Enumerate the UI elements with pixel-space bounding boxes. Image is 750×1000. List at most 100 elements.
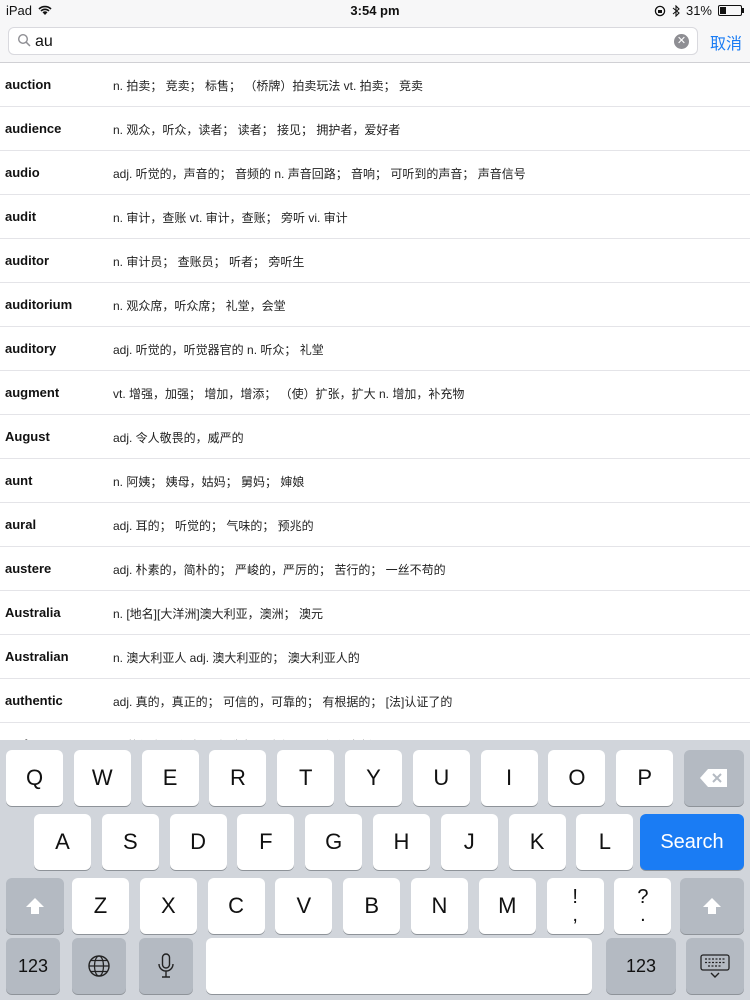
list-item[interactable]: aunt n. 阿姨； 姨母，姑妈； 舅妈； 婶娘 [0,459,750,503]
status-time: 3:54 pm [350,3,400,18]
search-field[interactable]: ✕ [8,27,698,55]
entry-definition: adj. 听觉的，听觉器官的 n. 听众； 礼堂 [113,343,324,357]
entry-definition: adj. 听觉的，声音的； 音频的 n. 声音回路； 音响； 可听到的声音； 声… [113,167,526,181]
list-item[interactable]: auditorium n. 观众席，听众席； 礼堂，会堂 [0,283,750,327]
entry-definition: n. 阿姨； 姨母，姑妈； 舅妈； 婶娘 [113,475,305,489]
list-item[interactable]: authentic adj. 真的，真正的； 可信的，可靠的； 有根据的； [法]… [0,679,750,723]
bluetooth-icon [672,4,680,17]
globe-icon [88,955,110,977]
key-z[interactable]: Z [72,878,129,934]
key-b[interactable]: B [343,878,401,934]
search-input[interactable] [35,31,635,53]
results-list: auction n. 拍卖； 竞卖； 标售； （桥牌）拍卖玩法 vt. 拍卖； 竞… [0,63,750,740]
key-x[interactable]: X [139,878,197,934]
entry-definition: n. 审计，查账 vt. 审计，查账； 旁听 vi. 审计 [113,211,348,225]
key-o[interactable]: O [548,750,606,806]
list-item[interactable]: auditor n. 审计员； 查账员； 听者； 旁听生 [0,239,750,283]
entry-definition: adj. 耳的； 听觉的； 气味的； 预兆的 [113,519,314,533]
key-j[interactable]: J [440,814,498,870]
key-e[interactable]: E [141,750,199,806]
status-right: 31% [654,3,744,18]
list-item[interactable]: austere adj. 朴素的，简朴的； 严峻的，严厉的； 苦行的； 一丝不苟的 [0,547,750,591]
backspace-key[interactable] [684,750,744,806]
keyboard: Q W E R T Y U I O P A S D F G H J K L Search Z X C V B N M! ,? . 12… [0,740,750,1000]
space-key[interactable] [206,938,592,994]
rotation-lock-icon [654,5,666,16]
entry-definition: vt. 增强，加强； 增加，增添； （使）扩张，扩大 n. 增加，补充物 [113,387,465,401]
entry-word: augment [5,385,60,400]
list-item[interactable]: audience n. 观众，听众，读者； 读者； 接见； 拥护者，爱好者 [0,107,750,151]
key-s[interactable]: S [101,814,159,870]
shift-icon [26,898,44,914]
key-w[interactable]: W [73,750,131,806]
key-k[interactable]: K [508,814,566,870]
key-question-period[interactable]: ? . [614,878,672,934]
entry-definition: n. 拍卖； 竞卖； 标售； （桥牌）拍卖玩法 vt. 拍卖； 竞卖 [113,79,424,93]
entry-word: aunt [5,473,33,488]
key-c[interactable]: C [207,878,265,934]
status-bar: iPad 3:54 pm 31% [0,0,750,22]
shift-right-key[interactable] [680,878,744,934]
key-p[interactable]: P [616,750,674,806]
entry-word: auditorium [5,297,73,312]
keyboard-dismiss-icon [700,954,730,978]
key-i[interactable]: I [480,750,538,806]
key-r[interactable]: R [209,750,267,806]
entry-word: aural [5,517,37,532]
entry-word: austere [5,561,52,576]
entry-word: authentic [5,693,63,708]
key-d[interactable]: D [169,814,227,870]
key-q[interactable]: Q [6,750,63,806]
numbers-key-left[interactable]: 123 [6,938,60,994]
entry-definition: n. 澳大利亚人 adj. 澳大利亚的； 澳大利亚人的 [113,651,360,665]
dictation-key[interactable] [139,938,193,994]
entry-word: Australia [5,605,61,620]
battery-percent: 31% [685,3,712,18]
entry-definition: n. 审计员； 查账员； 听者； 旁听生 [113,255,305,269]
battery-icon [718,5,744,16]
search-icon [17,33,31,47]
entry-word: audio [5,165,40,180]
entry-definition: n. 观众席，听众席； 礼堂，会堂 [113,299,286,313]
key-m[interactable]: M [478,878,536,934]
list-item[interactable]: Australian n. 澳大利亚人 adj. 澳大利亚的； 澳大利亚人的 [0,635,750,679]
key-exclam-comma[interactable]: ! , [546,878,604,934]
key-y[interactable]: Y [345,750,402,806]
key-t[interactable]: T [277,750,335,806]
entry-definition: n. 观众，听众，读者； 读者； 接见； 拥护者，爱好者 [113,123,401,137]
microphone-icon [158,953,174,978]
numbers-key-right[interactable]: 123 [606,938,676,994]
key-n[interactable]: N [411,878,468,934]
key-g[interactable]: G [305,814,363,870]
entry-word: audit [5,209,37,224]
key-u[interactable]: U [412,750,470,806]
shift-left-key[interactable] [6,878,64,934]
key-f[interactable]: F [237,814,295,870]
entry-word: audience [5,121,62,136]
key-l[interactable]: L [576,814,634,870]
list-item[interactable]: aural adj. 耳的； 听觉的； 气味的； 预兆的 [0,503,750,547]
list-item[interactable]: authorn. 著作家； 作者； 创造者； 发起人 vt. 创作出版 [0,723,750,740]
globe-key[interactable] [72,938,126,994]
key-h[interactable]: H [373,814,430,870]
list-item[interactable]: August adj. 令人敬畏的，威严的 [0,415,750,459]
entry-word: Australian [5,649,69,664]
list-item[interactable]: auditory adj. 听觉的，听觉器官的 n. 听众； 礼堂 [0,327,750,371]
search-key[interactable]: Search [640,814,744,870]
entry-definition: adj. 真的，真正的； 可信的，可靠的； 有根据的； [法]认证了的 [113,695,453,709]
list-item[interactable]: Australia n. [地名][大洋洲]澳大利亚，澳洲； 澳元 [0,591,750,635]
entry-word: August [5,429,50,444]
shift-icon [703,898,721,914]
entry-word: auditory [5,341,57,356]
key-a[interactable]: A [34,814,91,870]
clear-search-icon[interactable]: ✕ [674,34,689,49]
cancel-button[interactable]: 取消 [710,30,742,54]
list-item[interactable]: auction n. 拍卖； 竞卖； 标售； （桥牌）拍卖玩法 vt. 拍卖； 竞… [0,63,750,107]
entry-definition: n. [地名][大洋洲]澳大利亚，澳洲； 澳元 [113,607,324,621]
list-item[interactable]: audit n. 审计，查账 vt. 审计，查账； 旁听 vi. 审计 [0,195,750,239]
dismiss-keyboard-key[interactable] [686,938,744,994]
list-item[interactable]: audio adj. 听觉的，声音的； 音频的 n. 声音回路； 音响； 可听到的… [0,151,750,195]
search-bar: ✕ 取消 [0,22,750,63]
key-v[interactable]: V [275,878,333,934]
list-item[interactable]: augment vt. 增强，加强； 增加，增添； （使）扩张，扩大 n. 增加，… [0,371,750,415]
